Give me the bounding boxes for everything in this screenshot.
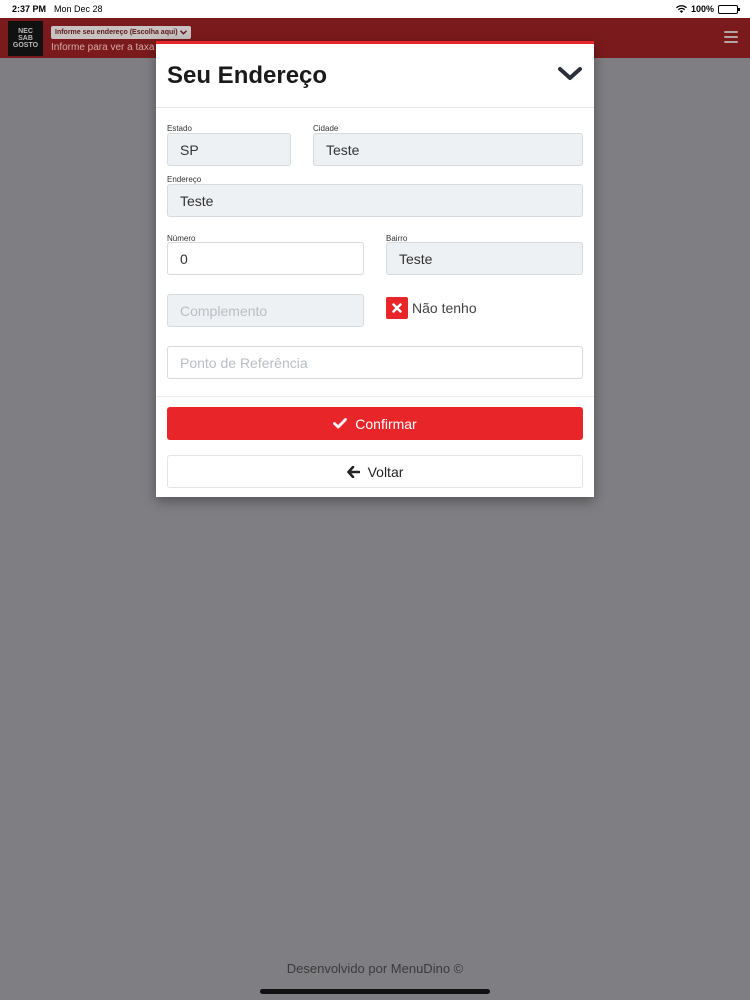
estado-label: Estado — [167, 124, 192, 133]
chevron-down-icon[interactable] — [558, 66, 582, 82]
modal-title: Seu Endereço — [167, 62, 328, 89]
address-select[interactable]: Informe seu endereço (Escolha aqui) — [51, 26, 191, 39]
chevron-down-icon — [179, 30, 187, 35]
back-label: Voltar — [367, 463, 404, 480]
modal-header: Seu Endereço — [156, 44, 594, 108]
battery-percent: 100% — [690, 4, 714, 14]
status-bar: 2:37 PM Mon Dec 28 100% — [0, 0, 750, 18]
bairro-field[interactable]: Teste — [386, 242, 583, 275]
modal-divider — [156, 396, 594, 397]
battery-icon — [718, 4, 740, 14]
status-date: Mon Dec 28 — [54, 4, 103, 14]
reference-point-field[interactable]: Ponto de Referência — [167, 346, 583, 379]
address-modal: Seu Endereço Estado SP Cidade Teste Ende… — [156, 41, 594, 497]
hamburger-menu-icon[interactable] — [724, 31, 738, 43]
home-indicator — [260, 989, 490, 994]
status-right: 100% — [675, 4, 740, 14]
arrow-left-icon — [346, 465, 360, 478]
numero-field[interactable]: 0 — [167, 242, 364, 275]
confirm-button[interactable]: Confirmar — [167, 407, 583, 440]
check-icon — [333, 418, 348, 429]
endereco-label: Endereço — [167, 175, 202, 184]
cidade-field[interactable]: Teste — [313, 133, 583, 166]
confirm-label: Confirmar — [355, 415, 417, 432]
close-icon — [392, 303, 402, 313]
restaurant-logo: NEC SAB GOSTO — [8, 21, 43, 56]
endereco-field[interactable]: Teste — [167, 184, 583, 217]
no-complement-label[interactable]: Não tenho — [412, 300, 477, 316]
complemento-field[interactable]: Complemento — [167, 294, 364, 327]
footer-credit[interactable]: Desenvolvido por MenuDino © — [0, 961, 750, 976]
delivery-fee-hint: Informe para ver a taxa — [51, 42, 155, 53]
back-button[interactable]: Voltar — [167, 455, 583, 488]
no-complement-checkbox[interactable] — [386, 297, 408, 319]
cidade-label: Cidade — [313, 124, 339, 133]
wifi-icon — [675, 5, 687, 13]
status-time: 2:37 PM — [12, 4, 47, 14]
estado-field[interactable]: SP — [167, 133, 291, 166]
